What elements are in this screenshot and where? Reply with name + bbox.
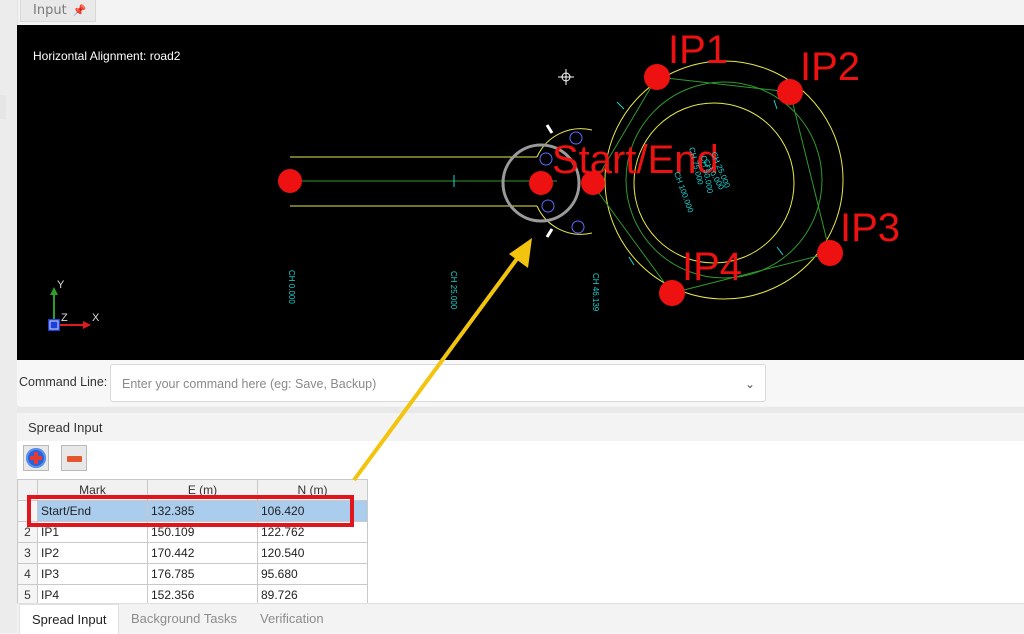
curve-tick	[776, 246, 784, 256]
row-number: 3	[17, 542, 38, 564]
spread-input-title: Spread Input	[28, 420, 103, 435]
add-icon	[26, 448, 46, 468]
spread-input-table[interactable]: Mark E (m) N (m) Start/End 132.385 106.4…	[17, 479, 368, 606]
ip-point-start-end[interactable]	[529, 171, 553, 195]
cell-northing[interactable]: 95.680	[257, 563, 368, 585]
left-rail-marker	[0, 95, 6, 119]
spread-input-header: Spread Input	[17, 413, 1024, 441]
remove-icon	[67, 456, 82, 462]
ip-point-start-left[interactable]	[278, 169, 302, 193]
vertex-marker	[571, 220, 585, 234]
row-number-header	[17, 479, 38, 501]
cell-mark[interactable]: IP1	[37, 521, 148, 543]
curve-tick	[628, 256, 635, 266]
chainage-label: CH 0.000	[287, 270, 296, 304]
axis-y-label: Y	[57, 279, 65, 291]
cell-easting[interactable]: 176.785	[147, 563, 258, 585]
cell-northing[interactable]: 120.540	[257, 542, 368, 564]
row-number	[17, 500, 38, 522]
left-rail	[0, 0, 18, 633]
ucs-axis-icon: Y Z X	[48, 279, 100, 331]
command-line-row: Command Line: Enter your command here (e…	[17, 360, 1024, 406]
tab-background-tasks[interactable]: Background Tasks	[131, 611, 237, 626]
chainage-label: CH 46.139	[591, 273, 600, 312]
remove-row-button[interactable]	[61, 445, 87, 471]
ip-label: IP3	[840, 206, 900, 250]
cell-easting[interactable]: 150.109	[147, 521, 258, 543]
ip-label: IP2	[800, 45, 860, 89]
cell-easting[interactable]: 170.442	[147, 542, 258, 564]
command-line-label: Command Line:	[19, 375, 108, 389]
curve-tick	[773, 99, 778, 110]
table-header-row: Mark E (m) N (m)	[17, 479, 368, 501]
command-line-input[interactable]: Enter your command here (eg: Save, Backu…	[110, 364, 766, 402]
cell-northing[interactable]: 122.762	[257, 521, 368, 543]
bottom-tab-bar: Spread Input Background Tasks Verificati…	[17, 603, 1024, 634]
vertex-marker	[541, 199, 555, 213]
command-line-placeholder: Enter your command here (eg: Save, Backu…	[122, 377, 377, 391]
chevron-down-icon[interactable]: ⌄	[745, 365, 755, 403]
input-tab-label: Input	[33, 3, 67, 18]
top-tab-strip	[0, 0, 1024, 24]
tab-spread-input[interactable]: Spread Input	[19, 604, 120, 634]
vertex-marker	[539, 152, 553, 166]
cell-mark[interactable]: Start/End	[37, 500, 148, 522]
selection-tick	[545, 124, 554, 134]
tab-verification[interactable]: Verification	[260, 611, 324, 626]
cell-mark[interactable]: IP2	[37, 542, 148, 564]
table-row[interactable]: 4 IP3 176.785 95.680	[17, 563, 368, 585]
row-number: 4	[17, 563, 38, 585]
add-row-button[interactable]	[23, 445, 49, 471]
column-header[interactable]: E (m)	[147, 479, 258, 501]
spread-input-panel: Spread Input Mark E (m) N (m) Start/End …	[17, 413, 1024, 606]
table-row[interactable]: Start/End 132.385 106.420	[17, 500, 368, 522]
cell-mark[interactable]: IP3	[37, 563, 148, 585]
canvas-title: Horizontal Alignment: road2	[33, 49, 181, 63]
input-tab[interactable]: Input 📌	[20, 0, 96, 22]
curve-tick	[616, 101, 625, 110]
column-header[interactable]: Mark	[37, 479, 148, 501]
selection-tick	[545, 228, 554, 238]
table-row[interactable]: 2 IP1 150.109 122.762	[17, 521, 368, 543]
axis-x-label: X	[92, 312, 100, 324]
column-header[interactable]: N (m)	[257, 479, 368, 501]
chainage-label: CH 25.000	[449, 271, 458, 310]
table-row[interactable]: 3 IP2 170.442 120.540	[17, 542, 368, 564]
pin-icon[interactable]: 📌	[73, 4, 87, 17]
cell-easting[interactable]: 132.385	[147, 500, 258, 522]
ip-label: IP4	[682, 245, 742, 289]
cell-northing[interactable]: 106.420	[257, 500, 368, 522]
ip-label: IP1	[668, 28, 728, 72]
cad-canvas[interactable]: IP1 IP2 IP3 IP4 Start/End CH 0.000 CH 25…	[17, 25, 1024, 360]
axis-z-label: Z	[61, 312, 68, 324]
row-number: 2	[17, 521, 38, 543]
ip-point-ip1[interactable]	[644, 64, 670, 90]
crosshair-cursor	[558, 69, 574, 85]
